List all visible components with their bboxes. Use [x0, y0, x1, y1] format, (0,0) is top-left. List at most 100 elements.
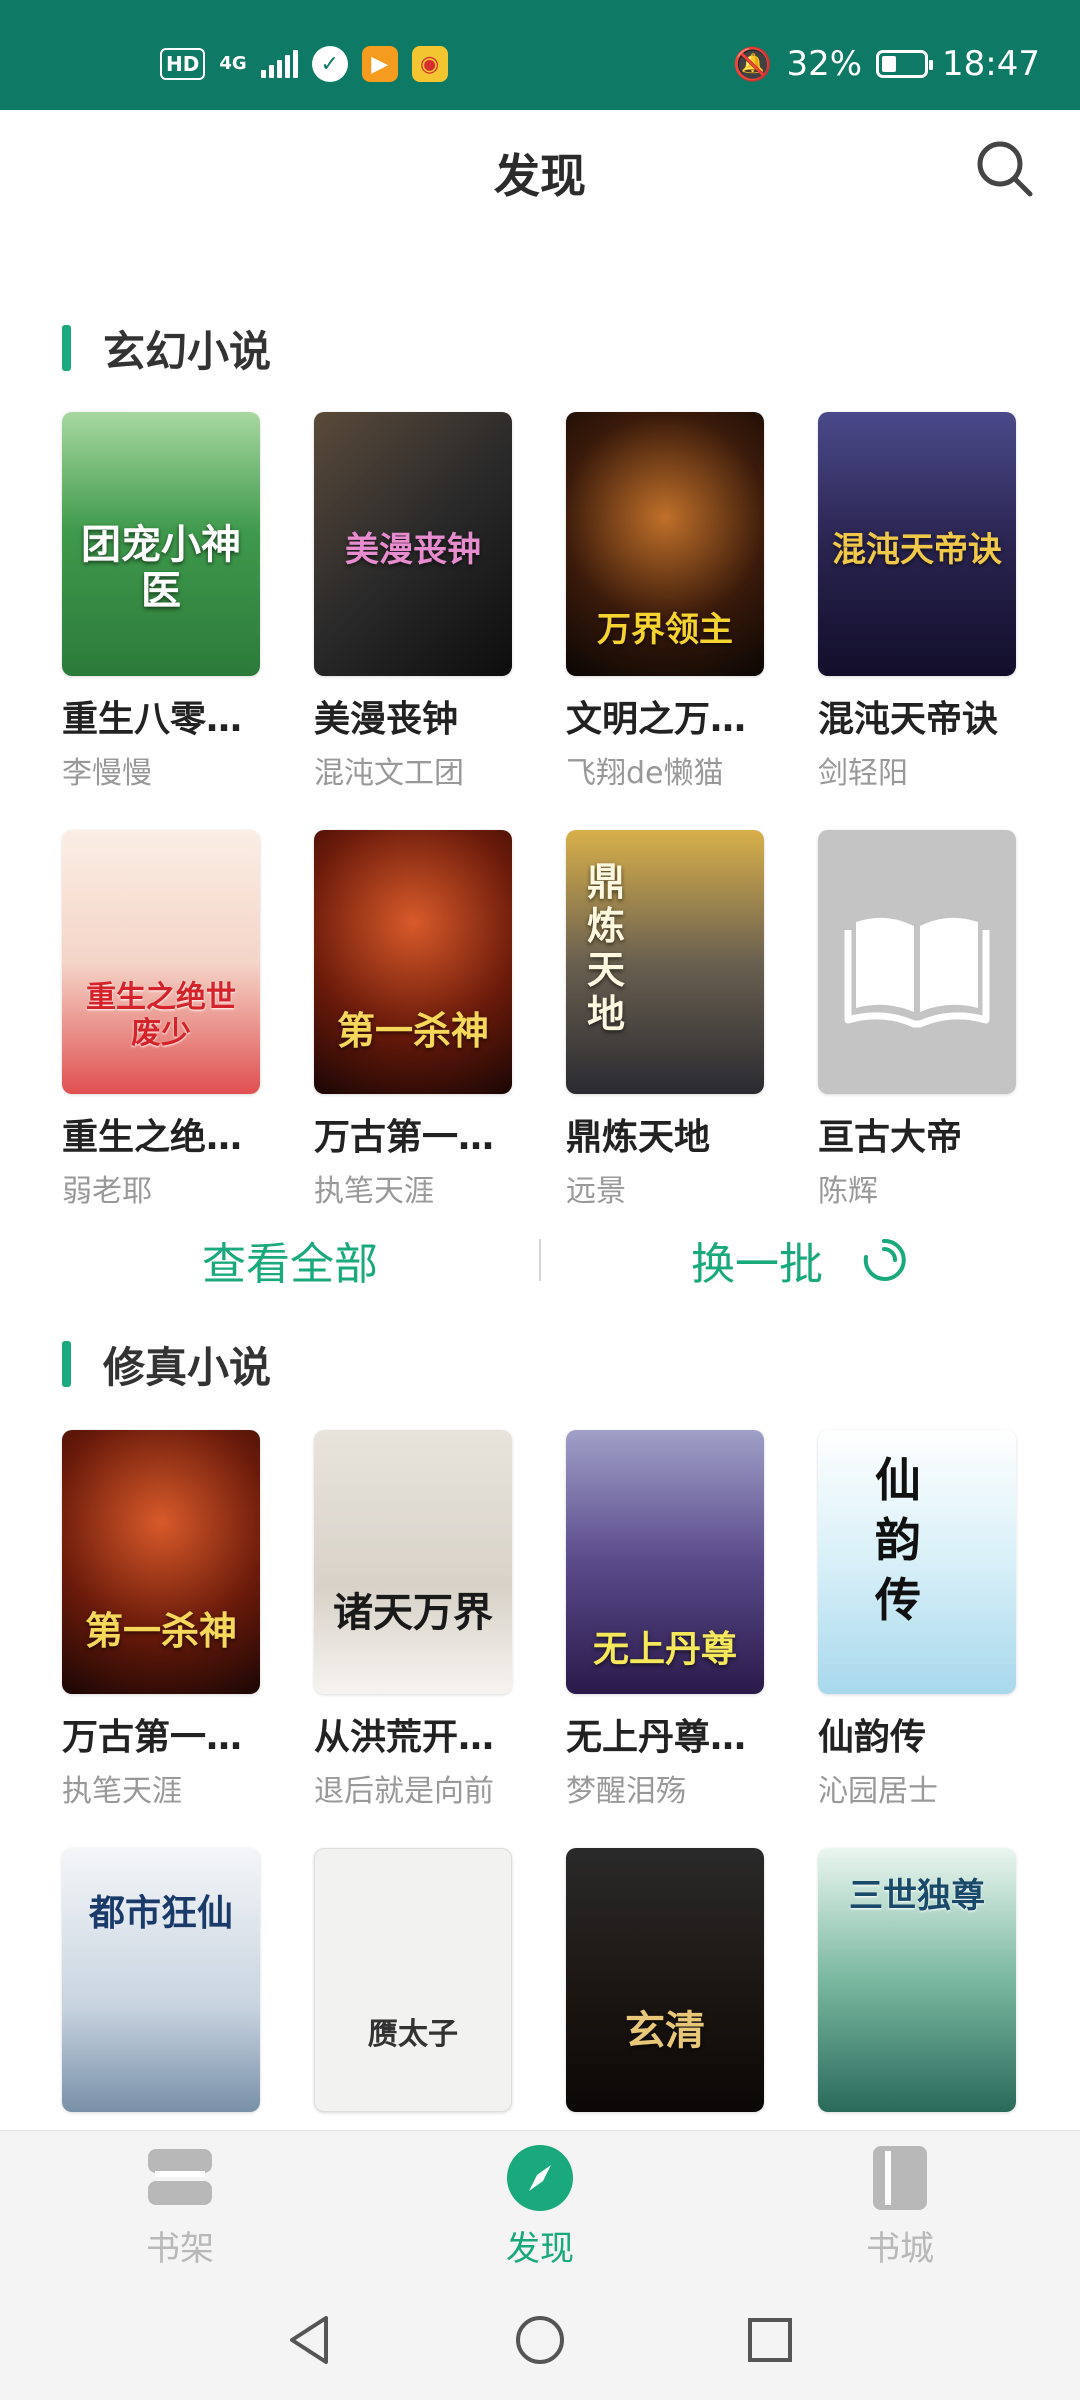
cover-title: 赝太子	[368, 2017, 458, 2052]
refresh-batch-button[interactable]: 换一批	[620, 1225, 980, 1295]
cover-title: 万界领主	[597, 610, 733, 650]
nav-discover[interactable]: 发现	[440, 2143, 640, 2270]
book-cover[interactable]: 三世独尊	[818, 1848, 1016, 2112]
book-cover[interactable]: 仙韵传	[818, 1430, 1016, 1694]
book-title: 亘古大帝	[818, 1117, 963, 1158]
book-cover[interactable]: 无上丹尊	[566, 1430, 764, 1694]
book-title: 万古第一…	[314, 1117, 495, 1158]
bookshelf-icon	[145, 2143, 215, 2213]
book-item[interactable]: 第一杀神 万古第一… 执笔天涯	[314, 830, 512, 1210]
mute-icon: 🔕	[732, 45, 773, 83]
view-all-button[interactable]: 查看全部	[100, 1225, 480, 1295]
status-right-icons: 🔕 32% 18:47	[733, 44, 1040, 84]
book-cover[interactable]: 万界领主	[566, 412, 764, 676]
book-author: 退后就是向前	[314, 1774, 494, 1809]
cover-title: 玄清	[625, 2008, 705, 2054]
book-cover[interactable]: 第一杀神	[62, 1430, 260, 1694]
book-cover[interactable]: 第一杀神	[314, 830, 512, 1094]
cover-title: 重生之绝世废少	[86, 980, 236, 1051]
page-header: 发现	[0, 110, 1080, 230]
refresh-icon	[863, 1238, 906, 1281]
book-item[interactable]: 亘古大帝 陈辉	[818, 830, 1016, 1210]
book-cover[interactable]: 诸天万界	[314, 1430, 512, 1694]
book-title: 从洪荒开…	[314, 1717, 495, 1758]
section-actions: 查看全部 换一批	[0, 1225, 1080, 1295]
nav-label: 书城	[866, 2229, 934, 2269]
book-author: 剑轻阳	[818, 756, 908, 791]
book-item[interactable]: 都市狂仙	[62, 1848, 260, 2132]
book-author: 执笔天涯	[62, 1774, 182, 1809]
book-title: 仙韵传	[818, 1717, 927, 1758]
cover-title: 三世独尊	[849, 1876, 985, 1916]
bottom-nav: 书架 发现 书城	[0, 2130, 1080, 2283]
actions-divider	[539, 1239, 541, 1281]
cover-title: 无上丹尊	[592, 1629, 737, 1670]
book-item[interactable]: 无上丹尊 无上丹尊… 梦醒泪殇	[566, 1430, 764, 1810]
cover-title: 仙韵传	[875, 1453, 921, 1627]
book-item[interactable]: 赝太子	[314, 1848, 512, 2132]
section-header-xuanhuan: 玄幻小说	[62, 318, 271, 378]
cover-title: 美漫丧钟	[345, 530, 481, 570]
search-button[interactable]	[970, 134, 1040, 204]
status-bar: HD 4G ✓ ▶ ◉ 🔕 32% 18:47	[0, 0, 1080, 110]
book-item[interactable]: 玄清	[566, 1848, 764, 2132]
book-title: 美漫丧钟	[314, 699, 459, 740]
book-item[interactable]: 仙韵传 仙韵传 沁园居士	[818, 1430, 1016, 1810]
book-item[interactable]: 重生之绝世废少 重生之绝… 弱老耶	[62, 830, 260, 1210]
battery-percent: 32%	[786, 44, 863, 84]
book-author: 陈辉	[818, 1174, 878, 1209]
book-item[interactable]: 鼎炼天地 鼎炼天地 远景	[566, 830, 764, 1210]
book-title: 文明之万…	[566, 699, 747, 740]
book-cover[interactable]: 赝太子	[314, 1848, 512, 2112]
status-left-icons: HD 4G ✓ ▶ ◉	[160, 44, 448, 84]
section-title: 玄幻小说	[103, 326, 272, 376]
book-author: 混沌文工团	[314, 756, 464, 791]
book-author: 飞翔de懒猫	[566, 756, 724, 791]
book-placeholder-icon	[844, 917, 990, 1028]
book-author: 执笔天涯	[314, 1174, 434, 1209]
cover-title: 鼎炼天地	[586, 860, 625, 1036]
hd-badge: HD	[160, 48, 206, 80]
book-item[interactable]: 混沌天帝诀 混沌天帝诀 剑轻阳	[818, 412, 1016, 792]
app-icon: ✓	[311, 46, 348, 82]
section-title: 修真小说	[103, 1342, 272, 1392]
book-author: 弱老耶	[62, 1174, 152, 1209]
home-icon[interactable]	[510, 2310, 570, 2370]
nav-bookstore[interactable]: 书城	[800, 2143, 1000, 2270]
book-title: 混沌天帝诀	[818, 699, 999, 740]
book-item[interactable]: 美漫丧钟 美漫丧钟 混沌文工团	[314, 412, 512, 792]
book-author: 远景	[566, 1174, 626, 1209]
book-item[interactable]: 三世独尊	[818, 1848, 1016, 2132]
book-item[interactable]: 万界领主 文明之万… 飞翔de懒猫	[566, 412, 764, 792]
back-icon[interactable]	[280, 2310, 340, 2370]
book-item[interactable]: 诸天万界 从洪荒开… 退后就是向前	[314, 1430, 512, 1810]
nav-bookshelf[interactable]: 书架	[80, 2143, 280, 2270]
signal-icon	[260, 50, 298, 78]
page-title: 发现	[494, 149, 586, 203]
nav-label: 发现	[506, 2229, 574, 2269]
clock: 18:47	[942, 44, 1040, 84]
book-item[interactable]: 第一杀神 万古第一… 执笔天涯	[62, 1430, 260, 1810]
cover-title: 诸天万界	[333, 1590, 493, 1636]
battery-icon	[876, 50, 934, 78]
book-cover[interactable]: 都市狂仙	[62, 1848, 260, 2112]
book-cover[interactable]: 重生之绝世废少	[62, 830, 260, 1094]
book-item[interactable]: 团宠小神医 重生八零… 李慢慢	[62, 412, 260, 792]
book-author: 李慢慢	[62, 756, 152, 791]
search-icon	[977, 141, 1033, 197]
book-cover[interactable]: 鼎炼天地	[566, 830, 764, 1094]
book-grid-xuanhuan: 团宠小神医 重生八零… 李慢慢 美漫丧钟 美漫丧钟 混沌文工团 万界领主 文明之…	[62, 412, 1018, 1210]
book-cover[interactable]: 美漫丧钟	[314, 412, 512, 676]
book-grid-xiuzhen: 第一杀神 万古第一… 执笔天涯 诸天万界 从洪荒开… 退后就是向前 无上丹尊 无…	[62, 1430, 1018, 2132]
section-header-xiuzhen: 修真小说	[62, 1334, 271, 1394]
book-cover[interactable]: 团宠小神医	[62, 412, 260, 676]
recents-icon[interactable]	[740, 2310, 800, 2370]
section-accent-bar	[62, 1341, 71, 1387]
book-cover[interactable]: 玄清	[566, 1848, 764, 2112]
network-type: 4G	[219, 53, 247, 74]
book-cover[interactable]: 混沌天帝诀	[818, 412, 1016, 676]
cover-title: 第一杀神	[336, 1009, 489, 1053]
book-cover[interactable]	[818, 830, 1016, 1094]
book-title: 重生之绝…	[62, 1117, 243, 1158]
section-accent-bar	[62, 325, 71, 371]
